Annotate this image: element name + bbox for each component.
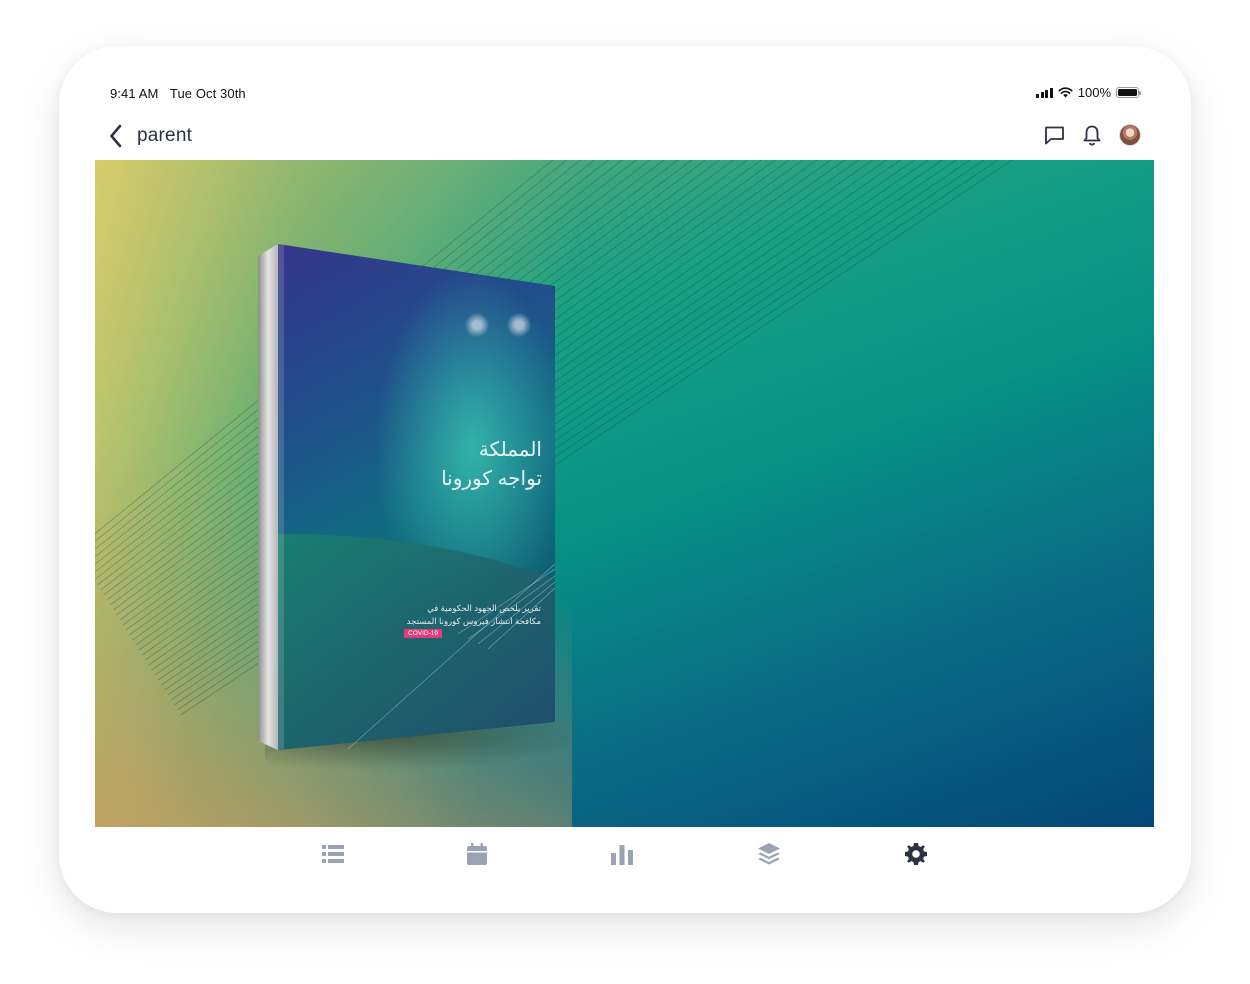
nav-actions — [1043, 124, 1141, 146]
wifi-icon — [1058, 87, 1073, 98]
cover-subtitle-line2: مكافحة انتشار فيروس كورونا المستجد — [406, 616, 541, 626]
decorative-lines — [95, 160, 1013, 716]
logo-left — [463, 310, 491, 340]
gear-icon — [905, 843, 927, 865]
calendar-icon — [467, 843, 487, 865]
layers-icon — [758, 843, 780, 865]
cellular-signal-icon — [1036, 87, 1053, 98]
tab-bar — [59, 827, 1191, 879]
tab-layers[interactable] — [756, 841, 782, 867]
cover-logos — [463, 310, 533, 340]
cover-title-line2: تواجه كورونا — [441, 468, 542, 490]
list-icon — [322, 845, 344, 863]
bell-icon — [1083, 125, 1101, 146]
status-time: 9:41 AM Tue Oct 30th — [110, 86, 254, 101]
covid-badge: COVID-19 — [404, 629, 442, 638]
chevron-left-icon — [110, 124, 122, 148]
report-cover-image: المملكة تواجه كورونا تقرير يلخص الجهود ا… — [95, 160, 1154, 827]
cover-title: المملكة تواجه كورونا — [327, 436, 542, 494]
chat-button[interactable] — [1043, 124, 1065, 146]
tab-calendar[interactable] — [464, 841, 490, 867]
tab-list[interactable] — [320, 841, 346, 867]
cover-subtitle-line1: تقرير يلخص الجهود الحكومية في — [427, 603, 541, 613]
back-button[interactable]: parent — [109, 124, 192, 148]
status-clock: 9:41 AM — [110, 86, 159, 101]
battery-icon — [1116, 87, 1141, 98]
tab-stats[interactable] — [609, 841, 635, 867]
battery-percent: 100% — [1077, 85, 1111, 100]
status-date: Tue Oct 30th — [169, 86, 246, 101]
chat-icon — [1044, 126, 1064, 145]
back-label: parent — [137, 125, 193, 146]
logo-right — [505, 310, 533, 340]
avatar[interactable] — [1119, 124, 1141, 146]
cover-subtitle: تقرير يلخص الجهود الحكومية في مكافحة انت… — [295, 602, 541, 628]
tablet-frame: 9:41 AM Tue Oct 30th 100% parent المملكة… — [59, 46, 1191, 913]
cover-title-line1: المملكة — [478, 439, 542, 461]
tab-settings[interactable] — [903, 841, 929, 867]
bar-chart-icon — [611, 845, 633, 865]
status-indicators: 100% — [1036, 85, 1141, 100]
notifications-button[interactable] — [1081, 124, 1103, 146]
